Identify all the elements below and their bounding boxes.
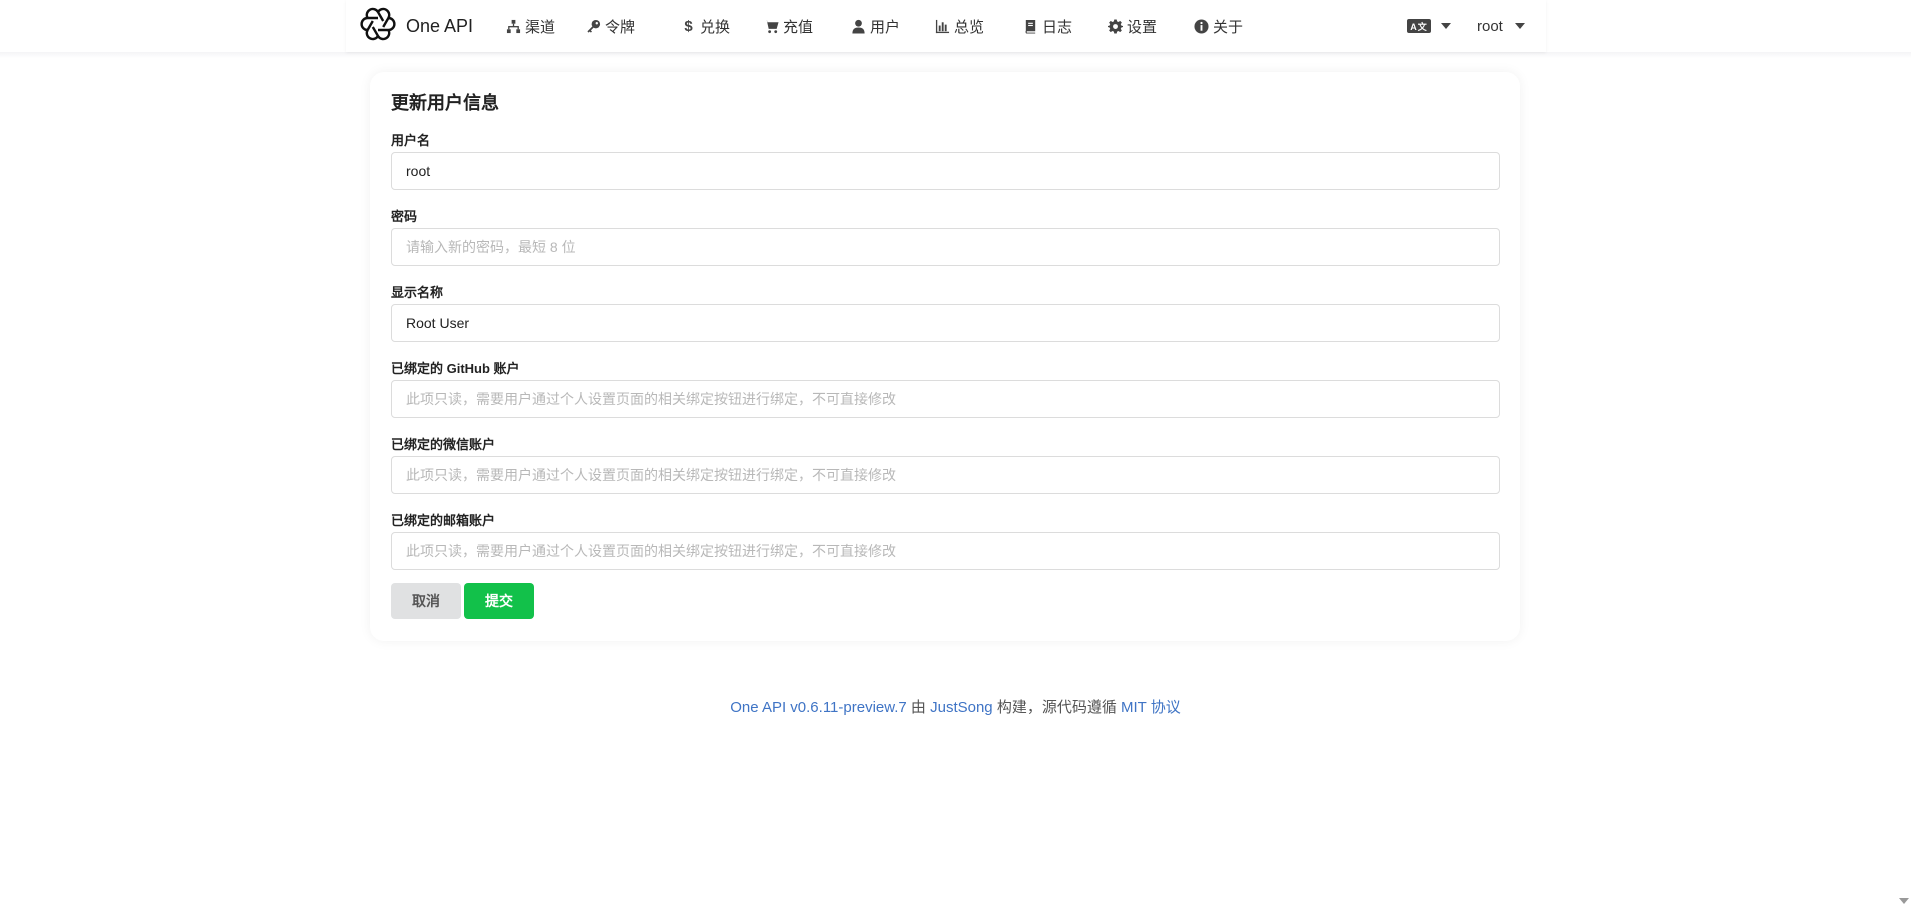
sitemap-icon [506, 19, 521, 34]
translate-icon: A文 [1407, 19, 1431, 33]
nav-dashboard[interactable]: 总览 [935, 14, 984, 38]
key-icon [586, 19, 601, 34]
nav-label: 关于 [1213, 18, 1244, 36]
language-dropdown[interactable]: A文 [1407, 16, 1451, 36]
password-input[interactable] [391, 228, 1500, 266]
github-account-label: 已绑定的 GitHub 账户 [391, 361, 520, 376]
email-account-input[interactable] [391, 532, 1500, 570]
nav-label: 总览 [954, 18, 985, 36]
wechat-account-input[interactable] [391, 456, 1500, 494]
nav-label: 充值 [783, 18, 814, 36]
footer-by-text: 由 [906, 699, 931, 716]
username-label: 用户名 [391, 133, 431, 148]
nav-about[interactable]: 关于 [1194, 14, 1243, 38]
username-label: root [1477, 17, 1503, 35]
nav-label: 令牌 [605, 18, 636, 36]
user-icon [851, 19, 866, 34]
footer-middle-text: 构建，源代码遵循 [992, 699, 1121, 716]
chevron-down-icon [1514, 23, 1525, 29]
display-name-label: 显示名称 [391, 285, 444, 300]
nav-users[interactable]: 用户 [851, 14, 900, 38]
display-name-input[interactable] [391, 304, 1500, 342]
openai-logo-icon [360, 6, 396, 47]
page-title: 更新用户信息 [391, 93, 499, 113]
footer: One API v0.6.11-preview.7 由 JustSong 构建，… [0, 696, 1911, 717]
nav-redeem[interactable]: $ 兑换 [681, 14, 730, 38]
nav-label: 兑换 [700, 18, 731, 36]
nav-label: 设置 [1127, 18, 1158, 36]
email-account-label: 已绑定的邮箱账户 [391, 513, 496, 528]
brand-link[interactable]: One API [360, 6, 474, 47]
user-dropdown[interactable]: root [1477, 14, 1525, 38]
nav-topup[interactable]: 充值 [764, 14, 813, 38]
chevron-down-icon [1441, 23, 1451, 29]
version-link[interactable]: One API v0.6.11-preview.7 [730, 699, 907, 716]
username-input[interactable] [391, 152, 1500, 190]
nav-label: 渠道 [525, 18, 556, 36]
book-icon [1023, 19, 1038, 34]
edit-user-card: 更新用户信息 用户名 密码 显示名称 已绑定的 GitHub 账户 已绑定的微信… [370, 72, 1520, 641]
bar-chart-icon [935, 19, 950, 34]
nav-logs[interactable]: 日志 [1023, 14, 1072, 38]
github-account-input[interactable] [391, 380, 1500, 418]
cart-icon [764, 19, 779, 34]
nav-label: 日志 [1042, 18, 1073, 36]
nav-label: 用户 [870, 18, 901, 36]
license-link[interactable]: MIT 协议 [1121, 699, 1181, 716]
top-navbar: One API 渠道 令牌 $ 兑换 充值 用户 总览 日志 设置 关于 A文 … [346, 0, 1546, 52]
nav-tokens[interactable]: 令牌 [586, 14, 635, 38]
info-icon [1194, 18, 1209, 34]
gear-icon [1108, 18, 1123, 34]
cancel-button[interactable]: 取消 [391, 583, 461, 619]
brand-name: One API [406, 15, 474, 36]
submit-button[interactable]: 提交 [464, 583, 534, 619]
topbar-shadow [0, 52, 1911, 58]
author-link[interactable]: JustSong [930, 699, 993, 716]
dollar-icon: $ [684, 17, 693, 35]
nav-settings[interactable]: 设置 [1108, 14, 1157, 38]
scroll-down-arrow-icon[interactable] [1899, 898, 1909, 904]
password-label: 密码 [391, 209, 418, 224]
wechat-account-label: 已绑定的微信账户 [391, 437, 496, 452]
nav-channels[interactable]: 渠道 [506, 14, 555, 38]
